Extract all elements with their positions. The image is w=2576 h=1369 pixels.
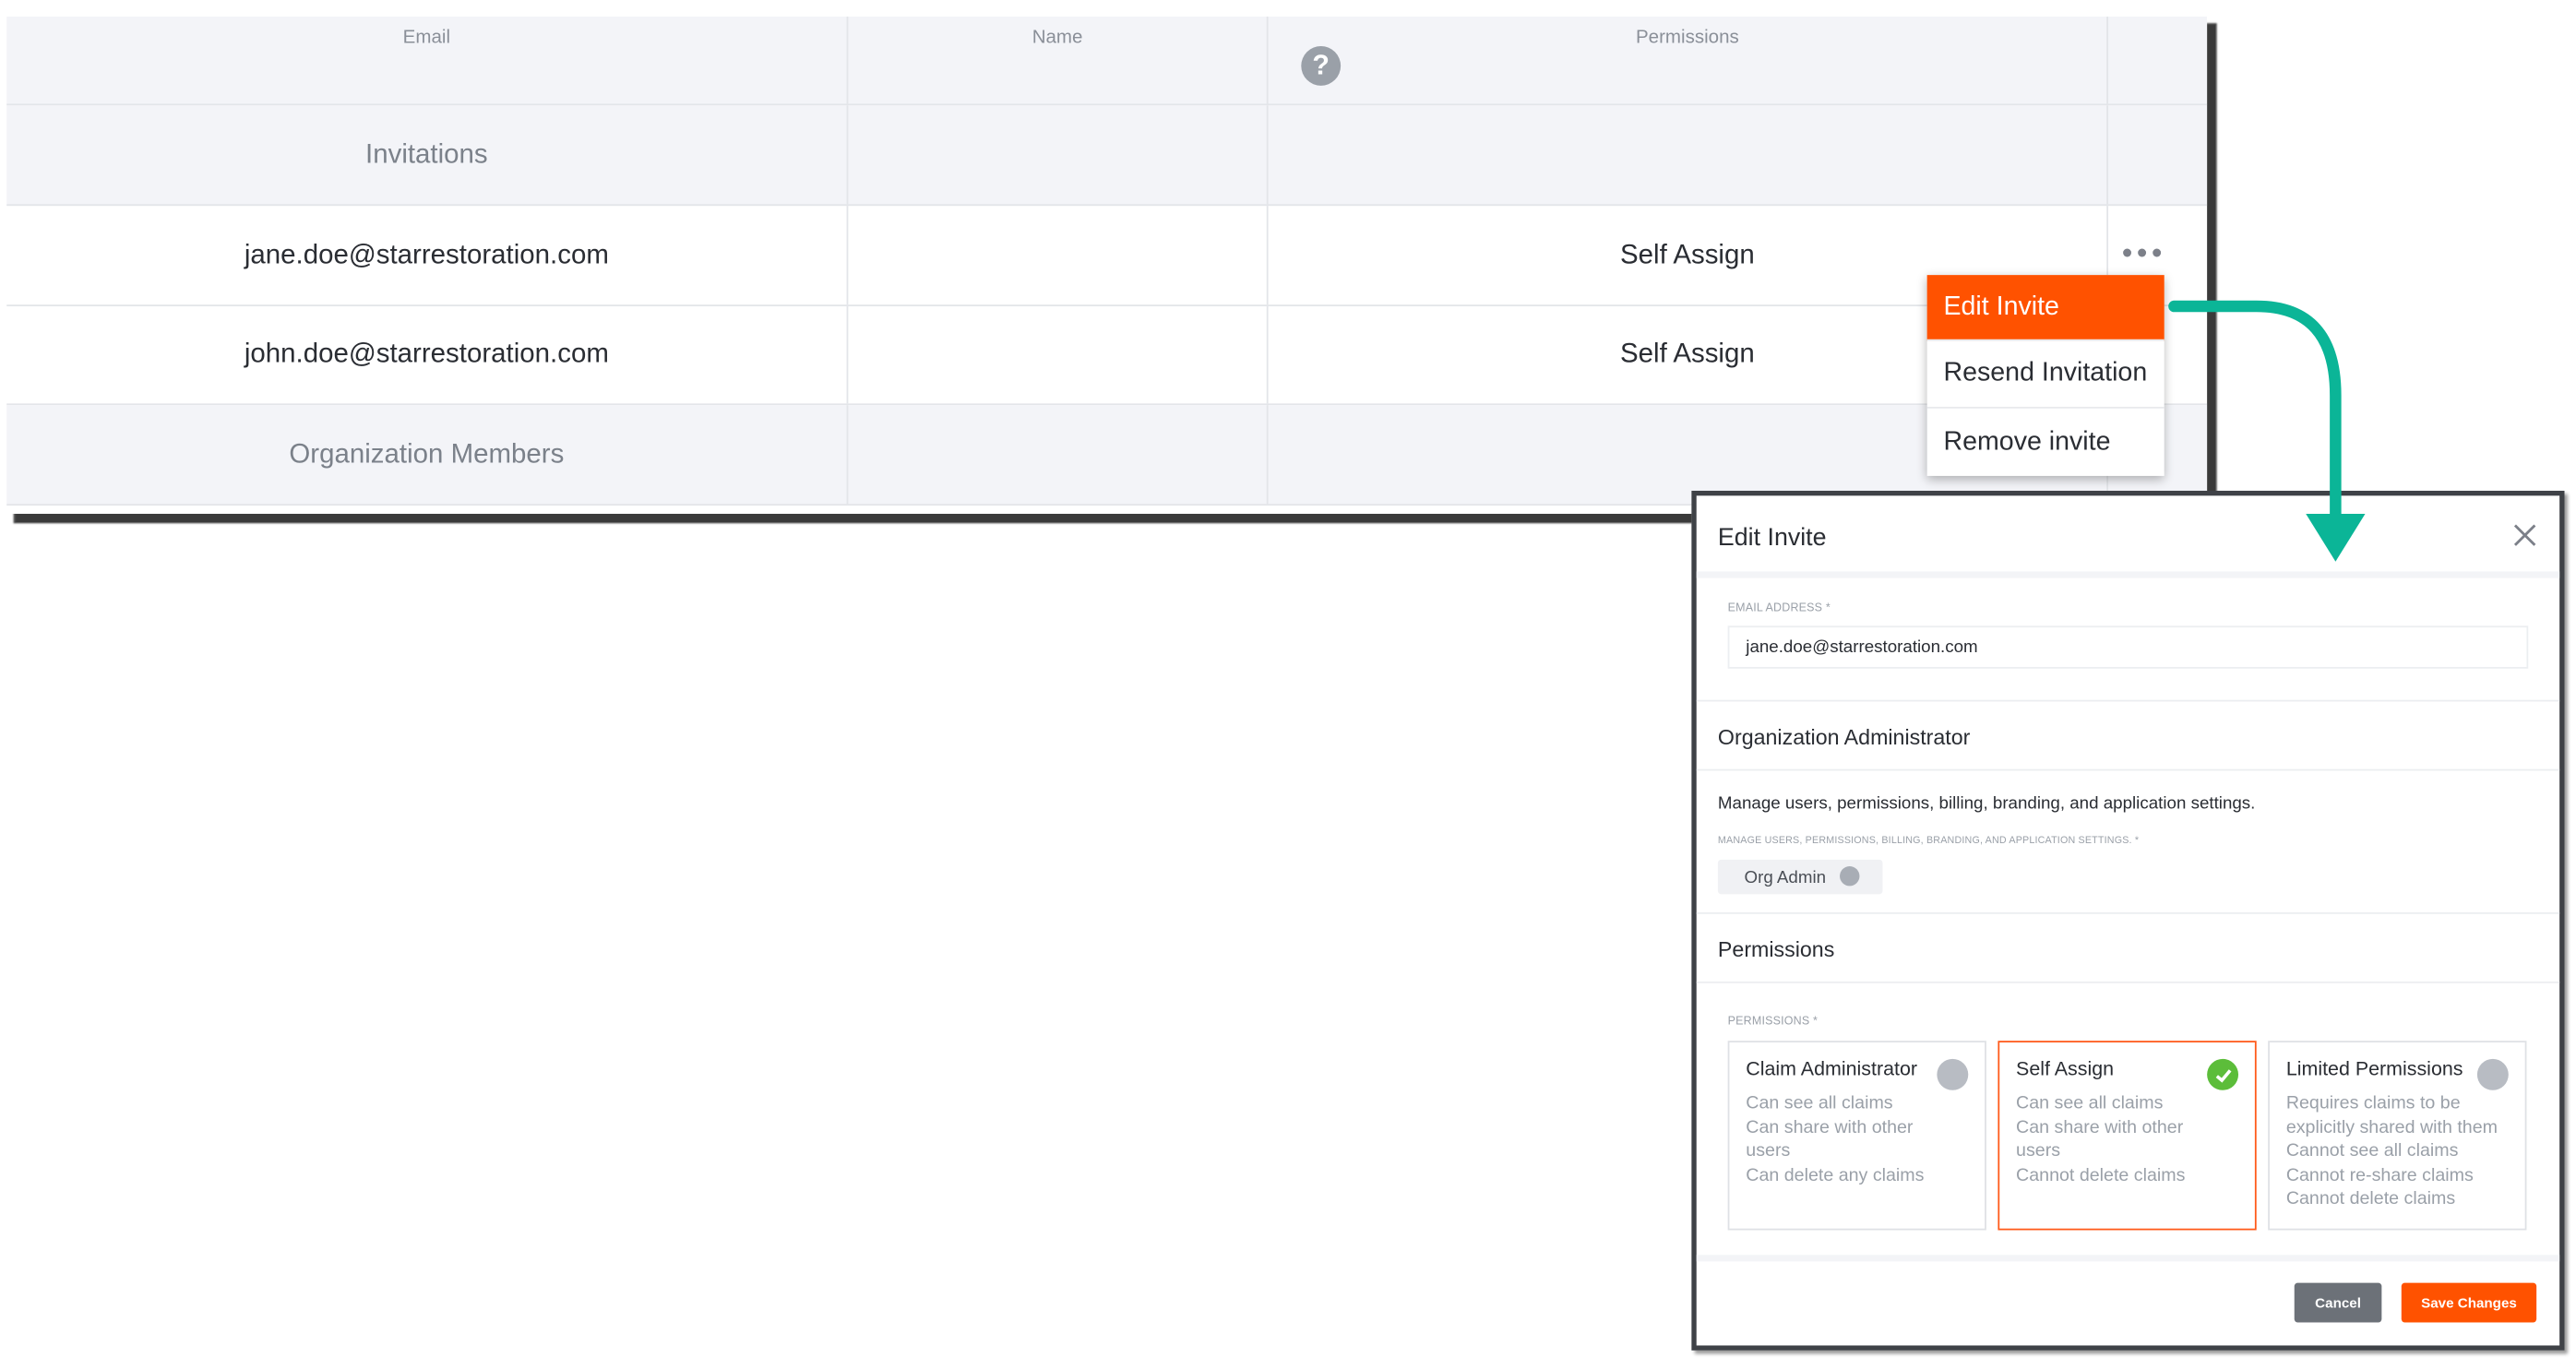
callout-arrow	[2168, 300, 2366, 562]
